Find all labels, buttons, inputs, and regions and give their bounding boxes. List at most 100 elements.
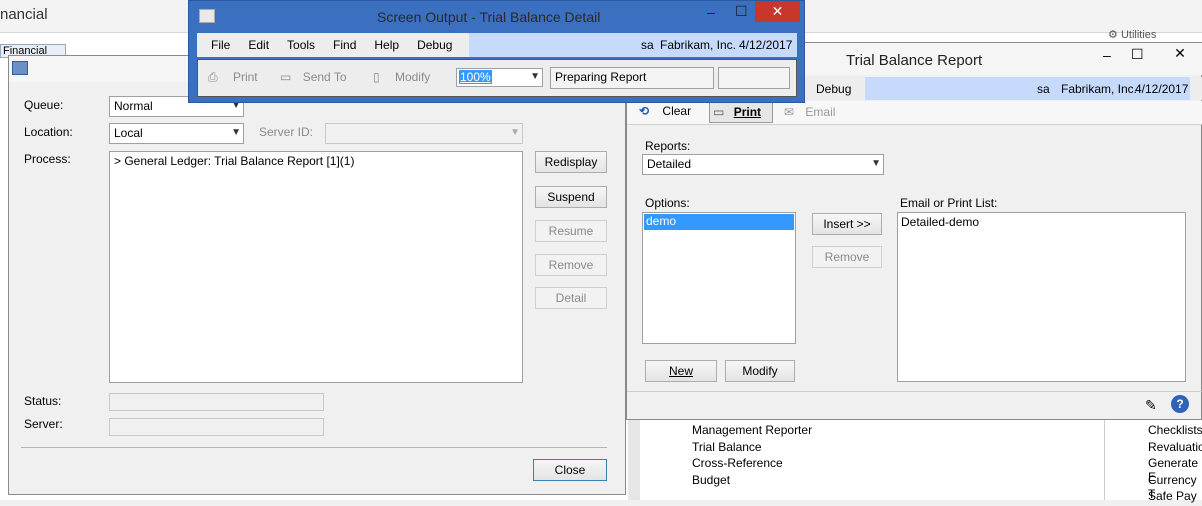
chevron-down-icon: ▼: [510, 127, 520, 138]
menu-bar: File Edit Tools Find Help Debug sa Fabrikam, …: [197, 33, 797, 57]
suspend-button[interactable]: Suspend: [535, 186, 607, 208]
status-text: Preparing Report: [555, 70, 647, 84]
menu-debug[interactable]: Debug: [417, 38, 452, 52]
user-date: 4/12/2017: [1135, 82, 1189, 96]
minimize-button[interactable]: ‒: [1103, 47, 1111, 63]
nav-item-currency[interactable]: Currency T: [1148, 473, 1202, 501]
user-date: 4/12/2017: [739, 38, 793, 52]
menu-tools[interactable]: Tools: [287, 38, 315, 52]
nav-item-trial-balance[interactable]: Trial Balance: [692, 440, 892, 457]
clear-button[interactable]: ⟲ Clear: [639, 104, 691, 122]
modify-button[interactable]: Modify: [725, 360, 795, 382]
app-icon: [12, 61, 28, 75]
email-list-item[interactable]: Detailed-demo: [901, 215, 1182, 229]
app-icon: [199, 9, 215, 23]
menu-find[interactable]: Find: [333, 38, 356, 52]
menu-file[interactable]: File: [211, 38, 230, 52]
send-to-button[interactable]: ▭ Send To: [280, 70, 347, 84]
right-nav-list: Checklists Revaluation Generate E Curren…: [1148, 423, 1202, 506]
status-field: Preparing Report: [550, 67, 714, 89]
server-field: [109, 418, 324, 436]
close-button[interactable]: Close: [533, 459, 607, 481]
nav-item-cross-reference[interactable]: Cross-Reference: [692, 456, 892, 473]
reports-label: Reports:: [645, 139, 691, 153]
clear-icon: ⟲: [639, 104, 650, 118]
email-list[interactable]: Detailed-demo: [897, 212, 1186, 382]
note-icon[interactable]: ✎: [1145, 397, 1157, 414]
insert-button[interactable]: Insert >>: [812, 213, 882, 235]
print-label: Print: [232, 70, 258, 84]
nav-item-checklists[interactable]: Checklists: [1148, 423, 1202, 440]
close-window-button[interactable]: ✕: [755, 1, 800, 22]
menu-help[interactable]: Help: [374, 38, 399, 52]
send-icon: ▭: [280, 70, 292, 84]
options-label: Options:: [645, 196, 690, 210]
chevron-down-icon: ▼: [871, 158, 881, 169]
server-id-select[interactable]: ▼: [325, 123, 523, 144]
user-name: sa: [641, 38, 654, 52]
progress-field: [718, 67, 790, 89]
printer-icon: ▭: [713, 105, 725, 119]
nav-item-budget[interactable]: Budget: [692, 473, 892, 490]
options-list-item[interactable]: demo: [644, 214, 794, 230]
location-select[interactable]: Local ▼: [109, 123, 244, 144]
status-label: Status:: [24, 394, 62, 408]
remove-button[interactable]: Remove: [812, 246, 882, 268]
queue-value: Normal: [114, 99, 153, 113]
zoom-select[interactable]: 100% ▼: [456, 68, 543, 87]
nav-item-management-reporter[interactable]: Management Reporter: [692, 423, 892, 440]
window-title: Screen Output - Trial Balance Detail: [377, 9, 601, 25]
server-label: Server:: [24, 417, 63, 431]
menu-debug[interactable]: Debug: [816, 82, 851, 96]
help-icon[interactable]: ?: [1171, 395, 1189, 413]
print-label: Print: [733, 105, 762, 119]
queue-label: Queue:: [24, 98, 64, 112]
maximize-button[interactable]: ☐: [1131, 46, 1144, 63]
detail-button[interactable]: Detail: [535, 287, 607, 309]
reports-select[interactable]: Detailed ▼: [642, 154, 884, 175]
company-name: Fabrikam, Inc.: [660, 38, 737, 52]
user-info-strip: sa Fabrikam, Inc. 4/12/2017: [469, 33, 797, 57]
chevron-down-icon: ▼: [530, 71, 540, 82]
server-id-label: Server ID:: [259, 125, 314, 139]
nav-list: Management Reporter Trial Balance Cross-…: [692, 423, 892, 489]
nav-item-safe-pay[interactable]: Safe Pay: [1148, 489, 1202, 506]
send-to-label: Send To: [302, 70, 347, 84]
maximize-button[interactable]: ☐: [735, 3, 748, 20]
scroll-track[interactable]: [628, 420, 640, 500]
app-section-title: nancial: [0, 6, 48, 23]
remove-button[interactable]: Remove: [535, 254, 607, 276]
modify-icon: ▯: [373, 70, 380, 84]
options-list[interactable]: demo: [642, 212, 796, 344]
nav-item-revaluation[interactable]: Revaluation: [1148, 440, 1202, 457]
process-list[interactable]: > General Ledger: Trial Balance Report […: [109, 151, 523, 383]
menu-edit[interactable]: Edit: [248, 38, 269, 52]
status-field: [109, 393, 324, 411]
email-list-label: Email or Print List:: [900, 196, 998, 210]
email-label: Email: [805, 105, 836, 119]
footer-divider: [627, 391, 1202, 392]
resume-button[interactable]: Resume: [535, 220, 607, 242]
new-button[interactable]: New: [645, 360, 717, 382]
email-button[interactable]: ✉ Email: [784, 105, 835, 119]
location-value: Local: [114, 126, 143, 140]
process-label: Process:: [24, 152, 71, 166]
window-title: Trial Balance Report: [846, 52, 983, 69]
nav-item-generate[interactable]: Generate E: [1148, 456, 1202, 484]
print-button[interactable]: ⎙ Print: [208, 70, 258, 85]
minimize-button[interactable]: ‒: [707, 4, 715, 20]
user-info-strip: sa Fabrikam, Inc. 4/12/2017: [865, 77, 1190, 100]
modify-button[interactable]: ▯ Modify: [373, 70, 430, 84]
process-queue-window: Queue: Normal ▼ Location: Local ▼ Server…: [8, 55, 627, 495]
utilities-icon: ⚙: [1108, 29, 1118, 41]
print-button[interactable]: ▭ Print: [709, 102, 773, 123]
modify-label: Modify: [394, 70, 431, 84]
process-list-item[interactable]: > General Ledger: Trial Balance Report […: [114, 154, 518, 168]
zoom-value: 100%: [459, 70, 492, 84]
location-label: Location:: [24, 125, 73, 139]
close-window-button[interactable]: ✕: [1157, 45, 1202, 67]
printer-icon: ⎙: [208, 70, 218, 84]
screen-output-window: Screen Output - Trial Balance Detail ‒ ☐…: [188, 0, 805, 103]
redisplay-button[interactable]: Redisplay: [535, 151, 607, 173]
menu-items: File Edit Tools Find Help Debug: [211, 38, 470, 52]
